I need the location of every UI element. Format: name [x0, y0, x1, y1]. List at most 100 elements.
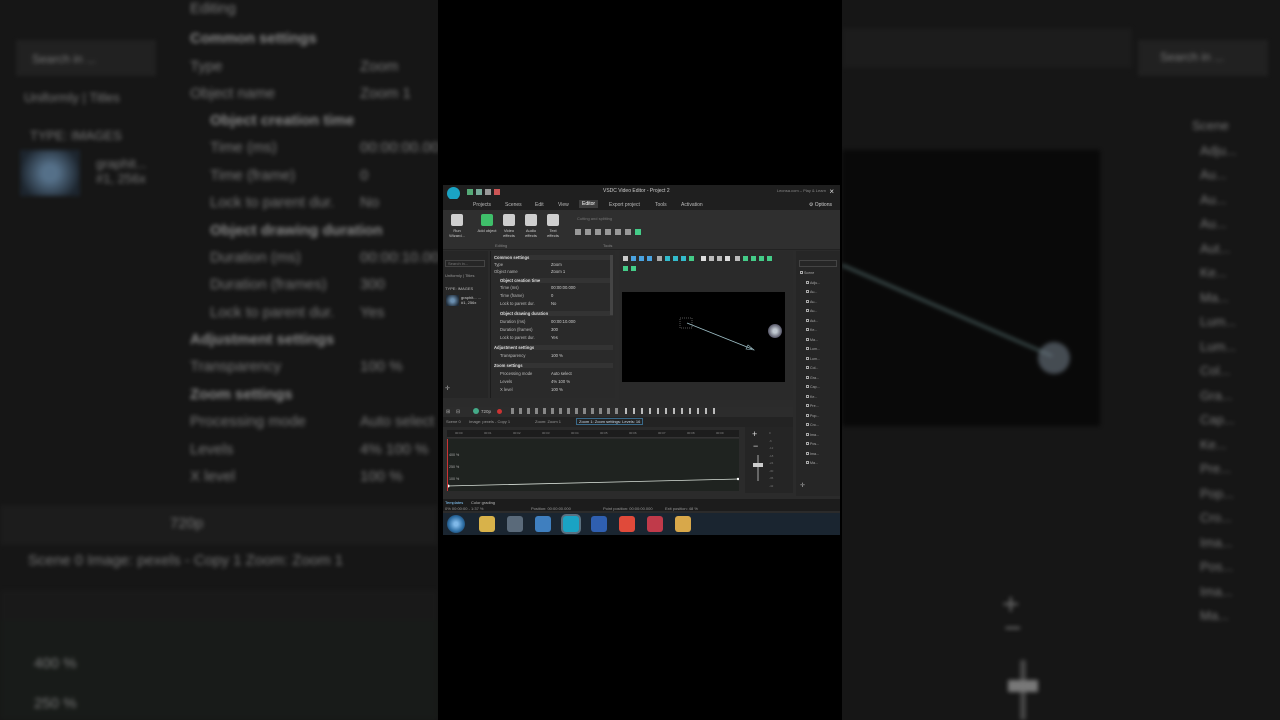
explorer-tree-item[interactable]: Scene [800, 271, 814, 275]
explorer-tree-item[interactable]: Au... [806, 290, 817, 294]
prop-lock2-value[interactable]: Yes [551, 335, 558, 340]
explorer-tree-item[interactable]: Pre... [806, 404, 819, 408]
explorer-icon[interactable] [479, 516, 495, 532]
animation-icon[interactable] [735, 256, 740, 261]
explorer-tree-item[interactable]: Ke... [806, 394, 817, 399]
vsdc-icon[interactable] [563, 516, 579, 532]
distribute-icon[interactable] [631, 266, 636, 271]
menu-editor[interactable]: Editor [579, 200, 599, 208]
media-icon[interactable] [507, 516, 523, 532]
explorer-tree-item[interactable]: Lum... [806, 347, 820, 351]
explorer-tree-item[interactable]: Ima... [806, 451, 819, 456]
tab-color-grading[interactable]: Color grading [471, 500, 495, 505]
menu-projects[interactable]: Projects [473, 202, 491, 208]
zoom-in-icon[interactable]: + [752, 429, 757, 439]
tab-zoom-levels[interactable]: Zoom 1: Zoom settings: Levels: 16 [576, 418, 644, 425]
explorer-tree-item[interactable]: Au... [806, 299, 817, 304]
close-icon[interactable]: × [829, 187, 834, 196]
prop-levels-value[interactable]: 4% 100 % [551, 379, 570, 384]
rotate-right-icon[interactable] [615, 229, 621, 235]
prop-duration-ms-value[interactable]: 00:00:10.000 [551, 319, 575, 324]
explorer-add-icon[interactable]: ✛ [800, 482, 805, 489]
resource-thumbnail[interactable] [446, 295, 459, 306]
speed-icon[interactable] [625, 229, 631, 235]
curve-icon[interactable] [681, 256, 686, 261]
rect-icon[interactable] [665, 256, 670, 261]
tab-scene[interactable]: Scene 0 [446, 419, 461, 424]
resource-search-input[interactable]: Search in... [445, 260, 485, 267]
ribbon-button-4[interactable]: Text effects [543, 214, 563, 238]
split-icon[interactable] [585, 229, 591, 235]
edit-tools-icons[interactable] [511, 408, 621, 414]
menu-activation[interactable]: Activation [681, 202, 703, 208]
new-project-icon[interactable] [467, 189, 473, 195]
explorer-tree-item[interactable]: Ke... [806, 328, 817, 332]
explorer-tree-item[interactable]: Ima... [806, 432, 819, 437]
menu-scenes[interactable]: Scenes [505, 202, 522, 208]
section-creation-time[interactable]: Object creation time [500, 278, 613, 283]
prop-processing-value[interactable]: Auto select [551, 371, 572, 376]
menu-tools[interactable]: Tools [655, 202, 667, 208]
section-common-settings[interactable]: Common settings [494, 255, 613, 260]
resolution-select[interactable]: 720p [481, 409, 491, 414]
properties-scrollbar[interactable] [610, 255, 613, 315]
prop-time-ms-value[interactable]: 00:00:00.000 [551, 285, 575, 290]
rotate-left-icon[interactable] [605, 229, 611, 235]
line-icon[interactable] [657, 256, 662, 261]
subtitle-icon[interactable] [709, 256, 714, 261]
movement-icon[interactable] [743, 256, 748, 261]
preview-quality-icon[interactable] [473, 408, 479, 414]
playback-controls[interactable] [625, 408, 717, 414]
explorer-tree-item[interactable]: Ma... [806, 337, 818, 342]
volume-slider-knob[interactable] [753, 463, 763, 467]
playhead-cursor[interactable] [447, 439, 448, 491]
recorder-icon[interactable] [647, 516, 663, 532]
explorer-tree-item[interactable]: Aut... [806, 318, 818, 323]
align-icon[interactable] [623, 266, 628, 271]
start-button-icon[interactable] [447, 515, 465, 533]
prop-transparency-value[interactable]: 100 % [551, 353, 563, 358]
undo-icon[interactable] [494, 189, 500, 195]
resource-add-icon[interactable]: ✛ [445, 385, 450, 392]
ribbon-button-0[interactable]: Run Wizard... [447, 214, 467, 238]
ribbon-button-1[interactable]: Add object [477, 214, 497, 233]
resource-tabs[interactable]: Uniformly | Titles [445, 273, 475, 278]
explorer-tree-item[interactable]: Au... [806, 309, 817, 313]
video-icon[interactable] [639, 256, 644, 261]
record-icon[interactable] [767, 256, 772, 261]
audio-icon[interactable] [635, 229, 641, 235]
explorer-tree-item[interactable]: Adju... [806, 280, 820, 285]
explorer-tree-item[interactable]: Pop... [806, 413, 819, 418]
options-button[interactable]: ⚙ Options [809, 202, 832, 208]
sprite-icon[interactable] [689, 256, 694, 261]
bubble-icon[interactable] [717, 256, 722, 261]
prop-time-frame-value[interactable]: 0 [551, 293, 553, 298]
resources-icon[interactable]: ⊟ [456, 409, 460, 415]
resource-item-name[interactable]: graphit... ... #1, 256x [461, 295, 481, 305]
word-icon[interactable] [591, 516, 607, 532]
section-adjustment-settings[interactable]: Adjustment settings [494, 345, 613, 350]
prop-duration-frames-value[interactable]: 300 [551, 327, 558, 332]
levels-graph[interactable]: 400 % 250 % 100 % [447, 439, 739, 491]
tab-templates[interactable]: Templates [445, 500, 463, 505]
tab-image[interactable]: Image: pexels - Copy 1 [469, 419, 510, 424]
save-project-icon[interactable] [485, 189, 491, 195]
volume-slider-track[interactable] [757, 455, 759, 481]
pointer-icon[interactable] [623, 256, 628, 261]
section-drawing-duration[interactable]: Object drawing duration [500, 311, 613, 316]
play-icon[interactable] [759, 256, 764, 261]
explorer-tree-item[interactable]: Ma... [806, 461, 818, 465]
app-q-icon[interactable] [535, 516, 551, 532]
explorer-tree-item[interactable]: Col... [806, 366, 818, 370]
prop-lock-value[interactable]: No [551, 301, 556, 306]
tab-zoom[interactable]: Zoom: Zoom 1 [535, 419, 561, 424]
zoom-icon[interactable] [751, 256, 756, 261]
ribbon-button-3[interactable]: Audio effects [521, 214, 541, 238]
chart-icon[interactable] [725, 256, 730, 261]
open-project-icon[interactable] [476, 189, 482, 195]
preview-canvas[interactable] [622, 292, 785, 382]
zoom-out-icon[interactable]: − [753, 441, 758, 451]
zoom-target-image[interactable] [768, 324, 782, 338]
folder-icon[interactable] [675, 516, 691, 532]
prop-x-level-value[interactable]: 100 % [551, 387, 563, 392]
